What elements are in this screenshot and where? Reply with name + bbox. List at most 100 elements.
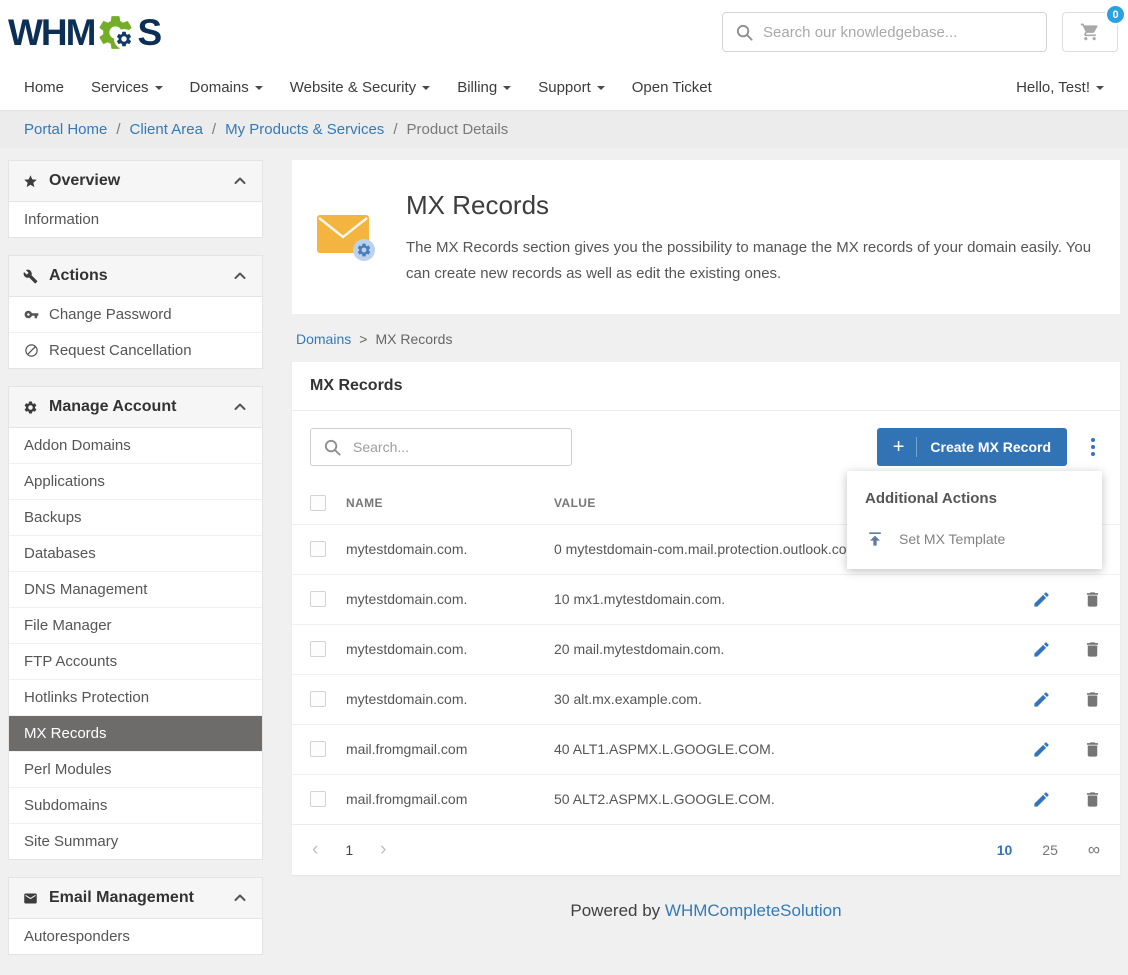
pagination-prev-icon[interactable]: ‹ [312,840,318,859]
sidebar-item-databases[interactable]: Databases [9,536,262,572]
breadcrumb-link-portal-home[interactable]: Portal Home [24,121,107,138]
pencil-icon [1032,690,1051,709]
main-nav: Home Services Domains Website & Security… [0,64,1128,110]
sidebar-item-information[interactable]: Information [9,202,262,237]
table-row: mytestdomain.com. 10 mx1.mytestdomain.co… [292,574,1120,624]
menu-item-set-mx-template[interactable]: Set MX Template [847,519,1102,559]
pagination-next-icon[interactable]: › [380,840,386,859]
page-size-25[interactable]: 25 [1042,842,1058,858]
create-mx-record-button[interactable]: + Create MX Record [877,428,1067,466]
sidebar-item-applications[interactable]: Applications [9,464,262,500]
row-checkbox[interactable] [310,791,326,807]
sidebar-item-label: Site Summary [24,833,118,850]
mx-records-hero-icon [316,184,378,288]
main-content: MX Records The MX Records section gives … [292,160,1120,947]
cart-button[interactable]: 0 [1062,12,1118,52]
sidebar-item-backups[interactable]: Backups [9,500,262,536]
row-checkbox[interactable] [310,591,326,607]
sidebar-item-perl-modules[interactable]: Perl Modules [9,752,262,788]
edit-record-button[interactable] [1032,740,1051,759]
sidebar-item-label: Hotlinks Protection [24,689,149,706]
caret-down-icon [503,86,511,90]
logo-gear-icon [95,12,136,53]
sidebar-panel-overview: Overview Information [8,160,263,238]
panel-header-overview[interactable]: Overview [9,161,262,202]
sidebar-item-autoresponders[interactable]: Autoresponders [9,919,262,954]
sidebar-item-addon-domains[interactable]: Addon Domains [9,428,262,464]
nav-item-services[interactable]: Services [91,79,163,96]
edit-record-button[interactable] [1032,640,1051,659]
nav-item-home[interactable]: Home [24,79,64,96]
record-value: 50 ALT2.ASPMX.L.GOOGLE.COM. [536,774,986,824]
panel-header-manage-account[interactable]: Manage Account [9,387,262,428]
nav-item-billing[interactable]: Billing [457,79,511,96]
whmcompletesolution-link[interactable]: WHMCompleteSolution [665,901,842,920]
nav-item-open-ticket[interactable]: Open Ticket [632,79,712,96]
breadcrumb-link-client-area[interactable]: Client Area [130,121,203,138]
module-breadcrumb-link-domains[interactable]: Domains [296,331,351,347]
delete-record-button[interactable] [1083,590,1102,609]
nav-label: Billing [457,79,497,96]
panel-header-email-management[interactable]: Email Management [9,878,262,919]
sidebar-item-label: Subdomains [24,797,107,814]
caret-down-icon [155,86,163,90]
nav-item-domains[interactable]: Domains [190,79,263,96]
sidebar-item-ftp-accounts[interactable]: FTP Accounts [9,644,262,680]
sidebar-panel-manage-account: Manage Account Addon Domains Application… [8,386,263,860]
sidebar-item-subdomains[interactable]: Subdomains [9,788,262,824]
edit-record-button[interactable] [1032,790,1051,809]
panel-header-actions[interactable]: Actions [9,256,262,297]
more-options-button[interactable] [1084,433,1102,461]
sidebar-item-file-manager[interactable]: File Manager [9,608,262,644]
breadcrumb-separator: / [212,121,216,138]
row-checkbox[interactable] [310,691,326,707]
whmcs-logo[interactable]: WHM S [8,12,160,53]
record-value: 20 mail.mytestdomain.com. [536,624,986,674]
delete-record-button[interactable] [1083,640,1102,659]
edit-record-button[interactable] [1032,690,1051,709]
delete-record-button[interactable] [1083,790,1102,809]
pencil-icon [1032,740,1051,759]
breadcrumb-link-products-services[interactable]: My Products & Services [225,121,384,138]
caret-down-icon [597,86,605,90]
nav-item-website-security[interactable]: Website & Security [290,79,430,96]
trash-icon [1083,590,1102,609]
edit-record-button[interactable] [1032,590,1051,609]
sidebar-item-label: Perl Modules [24,761,112,778]
row-checkbox[interactable] [310,541,326,557]
pencil-icon [1032,640,1051,659]
select-all-checkbox[interactable] [310,495,326,511]
sidebar-item-change-password[interactable]: Change Password [9,297,262,333]
page-size-10[interactable]: 10 [997,842,1013,858]
knowledgebase-search-input[interactable] [722,12,1047,52]
panel-title: Manage Account [49,398,176,416]
caret-down-icon [1096,86,1104,90]
record-value: 30 alt.mx.example.com. [536,674,986,724]
nav-label: Services [91,79,149,96]
nav-label: Home [24,79,64,96]
pagination-page-1[interactable]: 1 [345,842,353,858]
user-menu[interactable]: Hello, Test! [1016,79,1104,96]
sidebar-item-mx-records[interactable]: MX Records [9,716,262,752]
envelope-icon [23,891,38,906]
additional-actions-dropdown: Additional Actions Set MX Template [847,471,1102,569]
page-size-selector: 10 25 ∞ [997,840,1100,860]
sidebar-item-label: FTP Accounts [24,653,117,670]
delete-record-button[interactable] [1083,740,1102,759]
top-header: WHM S 0 [0,0,1128,64]
sidebar-item-dns-management[interactable]: DNS Management [9,572,262,608]
record-name: mytestdomain.com. [328,574,536,624]
delete-record-button[interactable] [1083,690,1102,709]
sidebar-item-hotlinks-protection[interactable]: Hotlinks Protection [9,680,262,716]
sidebar-item-site-summary[interactable]: Site Summary [9,824,262,859]
chevron-up-icon [232,399,248,415]
sidebar-item-request-cancellation[interactable]: Request Cancellation [9,333,262,368]
page-size-all[interactable]: ∞ [1088,840,1100,860]
table-search-input[interactable] [310,428,572,466]
sidebar: Overview Information Actions Change Pass… [8,160,263,955]
nav-item-support[interactable]: Support [538,79,605,96]
nav-label: Domains [190,79,249,96]
row-checkbox[interactable] [310,641,326,657]
row-checkbox[interactable] [310,741,326,757]
breadcrumb-current: Product Details [406,121,508,138]
